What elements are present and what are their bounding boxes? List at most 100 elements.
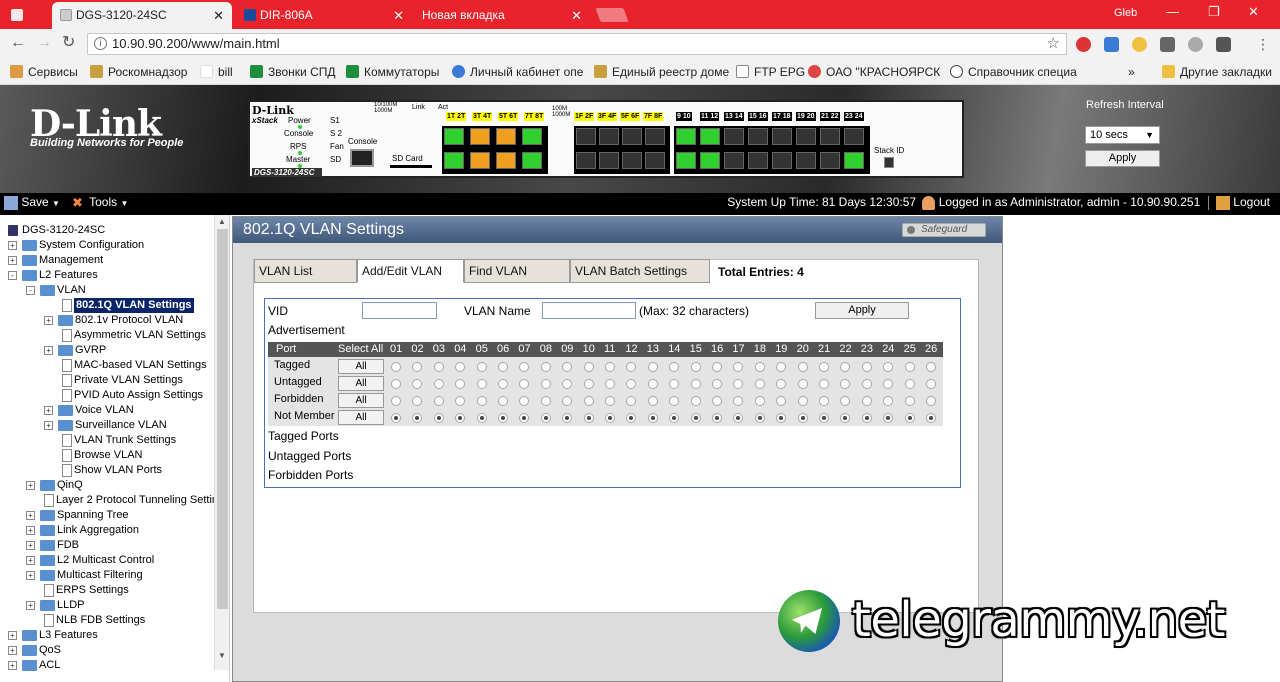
- tab-add-edit-vlan[interactable]: Add/Edit VLAN: [357, 259, 464, 283]
- port-radio[interactable]: [540, 362, 551, 372]
- port-radio[interactable]: [904, 396, 915, 406]
- weather-icon[interactable]: [1132, 37, 1147, 52]
- collapse-icon[interactable]: -: [26, 286, 35, 295]
- port-radio[interactable]: [391, 379, 401, 389]
- port-radio[interactable]: [669, 396, 680, 406]
- tree-item[interactable]: + LLDP: [0, 598, 214, 613]
- port-radio[interactable]: [583, 362, 594, 372]
- translate-icon[interactable]: [1104, 37, 1119, 52]
- select-all-button[interactable]: All: [338, 393, 384, 408]
- port-radio[interactable]: [583, 379, 594, 389]
- port-radio[interactable]: [883, 396, 894, 406]
- tree-item[interactable]: Private VLAN Settings: [0, 373, 214, 388]
- port-radio[interactable]: [690, 362, 701, 372]
- expand-icon[interactable]: +: [44, 316, 53, 325]
- port-8f[interactable]: [645, 152, 665, 169]
- port-radio[interactable]: [797, 396, 808, 406]
- port-radio[interactable]: [412, 379, 423, 389]
- tree-item[interactable]: + L2 Multicast Control: [0, 553, 214, 568]
- port-4t[interactable]: [470, 152, 490, 169]
- port-radio[interactable]: [433, 379, 444, 389]
- shield-icon[interactable]: [1216, 37, 1231, 52]
- port-radio[interactable]: [391, 396, 401, 406]
- port-radio[interactable]: [605, 396, 615, 406]
- back-icon[interactable]: ←: [10, 34, 26, 52]
- tab-vlan-list[interactable]: VLAN List: [254, 259, 357, 283]
- expand-icon[interactable]: +: [44, 421, 53, 430]
- tree-item[interactable]: PVID Auto Assign Settings: [0, 388, 214, 403]
- close-icon[interactable]: ✕: [571, 2, 582, 29]
- tab-vlan-batch[interactable]: VLAN Batch Settings: [570, 259, 710, 283]
- port-radio[interactable]: [498, 379, 508, 389]
- logout-button[interactable]: Logout: [1215, 195, 1270, 210]
- scroll-down-icon[interactable]: ▼: [218, 651, 226, 660]
- port-radio[interactable]: [840, 396, 851, 406]
- port-radio[interactable]: [433, 362, 444, 372]
- console-port[interactable]: [350, 149, 374, 167]
- bookmark-services[interactable]: Сервисы: [10, 65, 78, 79]
- vlan-name-input[interactable]: [542, 302, 636, 319]
- port-radio[interactable]: [647, 362, 658, 372]
- port-2f[interactable]: [576, 152, 596, 169]
- port-13[interactable]: [724, 128, 744, 145]
- port-radio[interactable]: [926, 413, 936, 423]
- port-radio[interactable]: [476, 396, 487, 406]
- tab-dgs-3120[interactable]: DGS-3120-24SC ✕: [52, 2, 232, 29]
- menu-icon[interactable]: ⋮: [1256, 35, 1270, 53]
- port-radio[interactable]: [883, 413, 894, 423]
- port-radio[interactable]: [712, 379, 722, 389]
- tree-item[interactable]: Asymmetric VLAN Settings: [0, 328, 214, 343]
- port-radio[interactable]: [519, 413, 530, 423]
- bookmark-cabinet[interactable]: Личный кабинет опе: [452, 65, 583, 79]
- port-5f[interactable]: [622, 128, 642, 145]
- port-radio[interactable]: [583, 413, 594, 423]
- port-radio[interactable]: [712, 413, 722, 423]
- tree-item[interactable]: + Surveillance VLAN: [0, 418, 214, 433]
- port-22[interactable]: [820, 152, 840, 169]
- port-radio[interactable]: [562, 396, 573, 406]
- port-radio[interactable]: [605, 379, 615, 389]
- port-radio[interactable]: [476, 379, 487, 389]
- port-radio[interactable]: [861, 362, 872, 372]
- port-7t[interactable]: [522, 128, 542, 145]
- tree-item[interactable]: + L3 Features: [0, 628, 214, 643]
- refresh-interval-select[interactable]: 10 secs ▼: [1085, 126, 1160, 144]
- select-all-button[interactable]: All: [338, 376, 384, 391]
- port-radio[interactable]: [669, 379, 680, 389]
- port-6t[interactable]: [496, 152, 516, 169]
- port-radio[interactable]: [519, 362, 530, 372]
- port-radio[interactable]: [797, 379, 808, 389]
- tree-item[interactable]: +802.1v Protocol VLAN: [0, 313, 214, 328]
- port-16[interactable]: [748, 152, 768, 169]
- port-radio[interactable]: [754, 379, 765, 389]
- expand-icon[interactable]: +: [26, 511, 35, 520]
- port-radio[interactable]: [926, 362, 936, 372]
- port-radio[interactable]: [455, 379, 466, 389]
- tab-overview-button[interactable]: [6, 2, 28, 29]
- port-radio[interactable]: [412, 413, 423, 423]
- tree-item[interactable]: + ACL: [0, 658, 214, 673]
- expand-icon[interactable]: +: [8, 256, 17, 265]
- expand-icon[interactable]: +: [26, 541, 35, 550]
- port-radio[interactable]: [904, 413, 915, 423]
- bookmark-calls[interactable]: Звонки СПД: [250, 65, 336, 79]
- port-radio[interactable]: [904, 362, 915, 372]
- port-3t[interactable]: [470, 128, 490, 145]
- port-radio[interactable]: [861, 396, 872, 406]
- port-radio[interactable]: [861, 379, 872, 389]
- port-radio[interactable]: [819, 396, 829, 406]
- port-radio[interactable]: [733, 413, 744, 423]
- port-radio[interactable]: [498, 362, 508, 372]
- bookmark-switches[interactable]: Коммутаторы: [346, 65, 439, 79]
- port-19[interactable]: [796, 128, 816, 145]
- collapse-icon[interactable]: -: [8, 271, 17, 280]
- port-radio[interactable]: [519, 396, 530, 406]
- info-icon[interactable]: i: [94, 37, 107, 50]
- port-radio[interactable]: [583, 396, 594, 406]
- port-radio[interactable]: [519, 379, 530, 389]
- port-radio[interactable]: [669, 362, 680, 372]
- port-radio[interactable]: [883, 379, 894, 389]
- port-radio[interactable]: [455, 413, 466, 423]
- tree-item[interactable]: + QinQ: [0, 478, 214, 493]
- port-radio[interactable]: [690, 413, 701, 423]
